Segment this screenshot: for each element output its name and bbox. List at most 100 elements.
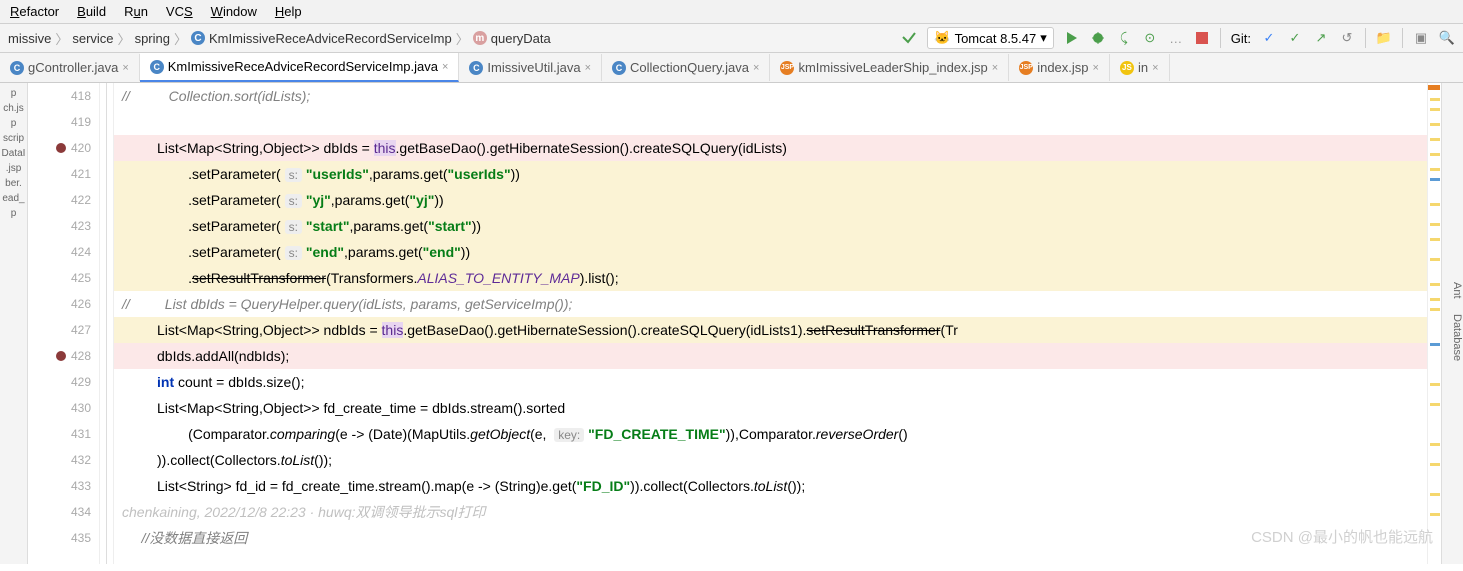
gutter-line[interactable]: 432 [28, 447, 99, 473]
close-icon[interactable]: × [585, 62, 591, 74]
stripe-mark[interactable] [1430, 383, 1440, 386]
editor-tab[interactable]: CImissiveUtil.java× [459, 54, 602, 81]
gutter-line[interactable]: 422 [28, 187, 99, 213]
left-panel-item[interactable]: p [11, 117, 17, 130]
menu-window[interactable]: Window [211, 4, 257, 19]
breadcrumb-class[interactable]: KmImissiveReceAdviceRecordServiceImp [209, 31, 452, 46]
code-line[interactable]: chenkaining, 2022/12/8 22:23 · huwq:双调领导… [114, 499, 1427, 525]
gutter-line[interactable]: 434 [28, 499, 99, 525]
stripe-mark[interactable] [1430, 283, 1440, 286]
stripe-mark[interactable] [1430, 223, 1440, 226]
stripe-mark[interactable] [1430, 513, 1440, 516]
breadcrumb-method[interactable]: queryData [491, 31, 551, 46]
stripe-mark[interactable] [1430, 258, 1440, 261]
coverage-button[interactable]: ⤹ [1116, 30, 1132, 46]
close-icon[interactable]: × [753, 62, 759, 74]
code-area[interactable]: // Collection.sort(idLists); List<Map<St… [114, 83, 1427, 564]
stripe-mark[interactable] [1428, 85, 1440, 90]
stripe-mark[interactable] [1430, 463, 1440, 466]
git-push-icon[interactable]: ↗ [1313, 30, 1329, 46]
left-panel-item[interactable]: p [11, 207, 17, 220]
code-line[interactable]: // List dbIds = QueryHelper.query(idList… [114, 291, 1427, 317]
close-icon[interactable]: × [1152, 62, 1158, 74]
menu-refactor[interactable]: Refactor [10, 4, 59, 19]
gutter-line[interactable]: 429 [28, 369, 99, 395]
menu-vcs[interactable]: VCS [166, 4, 193, 19]
code-line[interactable]: .setResultTransformer(Transformers.ALIAS… [114, 265, 1427, 291]
code-line[interactable] [114, 109, 1427, 135]
editor-tab[interactable]: JSPkmImissiveLeaderShip_index.jsp× [770, 54, 1009, 81]
close-icon[interactable]: × [992, 62, 998, 74]
git-history-icon[interactable]: ↺ [1339, 30, 1355, 46]
left-panel-item[interactable]: scrip [3, 132, 24, 145]
run-anything-icon[interactable]: ▣ [1413, 30, 1429, 46]
gutter-line[interactable]: 433 [28, 473, 99, 499]
search-icon[interactable]: 🔍 [1439, 30, 1455, 46]
stripe-mark[interactable] [1430, 203, 1440, 206]
breadcrumb-item[interactable]: spring [135, 31, 170, 46]
code-line[interactable]: )).collect(Collectors.toList()); [114, 447, 1427, 473]
left-tool-panel[interactable]: pch.jspscripDataI.jspber.ead_p [0, 83, 28, 564]
stripe-mark[interactable] [1430, 138, 1440, 141]
code-line[interactable]: dbIds.addAll(ndbIds); [114, 343, 1427, 369]
attach-button[interactable]: … [1168, 30, 1184, 46]
gutter-line[interactable]: 420 [28, 135, 99, 161]
code-line[interactable]: .setParameter( s: "start",params.get("st… [114, 213, 1427, 239]
line-gutter[interactable]: 4184194204214224234244254264274284294304… [28, 83, 100, 564]
stripe-mark[interactable] [1430, 308, 1440, 311]
code-line[interactable]: //没数据直接返回 [114, 525, 1427, 551]
gutter-line[interactable]: 426 [28, 291, 99, 317]
left-panel-item[interactable]: ch.js [3, 102, 24, 115]
run-config-selector[interactable]: 🐱 Tomcat 8.5.47 ▾ [927, 27, 1053, 49]
debug-button[interactable] [1090, 30, 1106, 46]
menu-run[interactable]: Run [124, 4, 148, 19]
gutter-line[interactable]: 428 [28, 343, 99, 369]
close-icon[interactable]: × [1093, 62, 1099, 74]
gutter-line[interactable]: 435 [28, 525, 99, 551]
stop-button[interactable] [1194, 30, 1210, 46]
editor-tab[interactable]: CKmImissiveReceAdviceRecordServiceImp.ja… [140, 53, 460, 82]
left-panel-item[interactable]: DataI [2, 147, 26, 160]
close-icon[interactable]: × [442, 61, 448, 73]
editor-tab[interactable]: CCollectionQuery.java× [602, 54, 770, 81]
left-panel-item[interactable]: p [11, 87, 17, 100]
editor-tab[interactable]: CgController.java× [0, 54, 140, 81]
menu-build[interactable]: Build [77, 4, 106, 19]
stripe-mark[interactable] [1430, 238, 1440, 241]
project-structure-icon[interactable]: 📁 [1376, 30, 1392, 46]
code-line[interactable]: List<Map<String,Object>> fd_create_time … [114, 395, 1427, 421]
code-line[interactable]: List<String> fd_id = fd_create_time.stre… [114, 473, 1427, 499]
left-panel-item[interactable]: ead_ [2, 192, 24, 205]
breadcrumb-item[interactable]: service [72, 31, 113, 46]
left-panel-item[interactable]: ber. [5, 177, 22, 190]
gutter-line[interactable]: 421 [28, 161, 99, 187]
code-line[interactable]: List<Map<String,Object>> dbIds = this.ge… [114, 135, 1427, 161]
gutter-line[interactable]: 430 [28, 395, 99, 421]
stripe-mark[interactable] [1430, 298, 1440, 301]
code-line[interactable]: .setParameter( s: "userIds",params.get("… [114, 161, 1427, 187]
stripe-mark[interactable] [1430, 153, 1440, 156]
editor-tab[interactable]: JSPindex.jsp× [1009, 54, 1110, 81]
stripe-mark[interactable] [1430, 98, 1440, 101]
fold-gutter[interactable] [100, 83, 114, 564]
gutter-line[interactable]: 425 [28, 265, 99, 291]
build-icon[interactable] [901, 30, 917, 46]
stripe-mark[interactable] [1430, 493, 1440, 496]
left-panel-item[interactable]: .jsp [6, 162, 22, 175]
run-button[interactable] [1064, 30, 1080, 46]
code-line[interactable]: int count = dbIds.size(); [114, 369, 1427, 395]
code-line[interactable]: // Collection.sort(idLists); [114, 83, 1427, 109]
git-commit-icon[interactable]: ✓ [1287, 30, 1303, 46]
stripe-mark[interactable] [1430, 108, 1440, 111]
breadcrumb-item[interactable]: missive [8, 31, 51, 46]
database-tool[interactable]: Database [1451, 314, 1463, 361]
editor-tab[interactable]: JSin× [1110, 54, 1170, 81]
code-line[interactable]: .setParameter( s: "yj",params.get("yj")) [114, 187, 1427, 213]
ant-tool[interactable]: Ant [1451, 282, 1463, 299]
stripe-mark[interactable] [1430, 178, 1440, 181]
git-update-icon[interactable]: ✓ [1261, 30, 1277, 46]
profile-button[interactable]: ⊙ [1142, 30, 1158, 46]
gutter-line[interactable]: 419 [28, 109, 99, 135]
code-line[interactable]: (Comparator.comparing(e -> (Date)(MapUti… [114, 421, 1427, 447]
gutter-line[interactable]: 418 [28, 83, 99, 109]
